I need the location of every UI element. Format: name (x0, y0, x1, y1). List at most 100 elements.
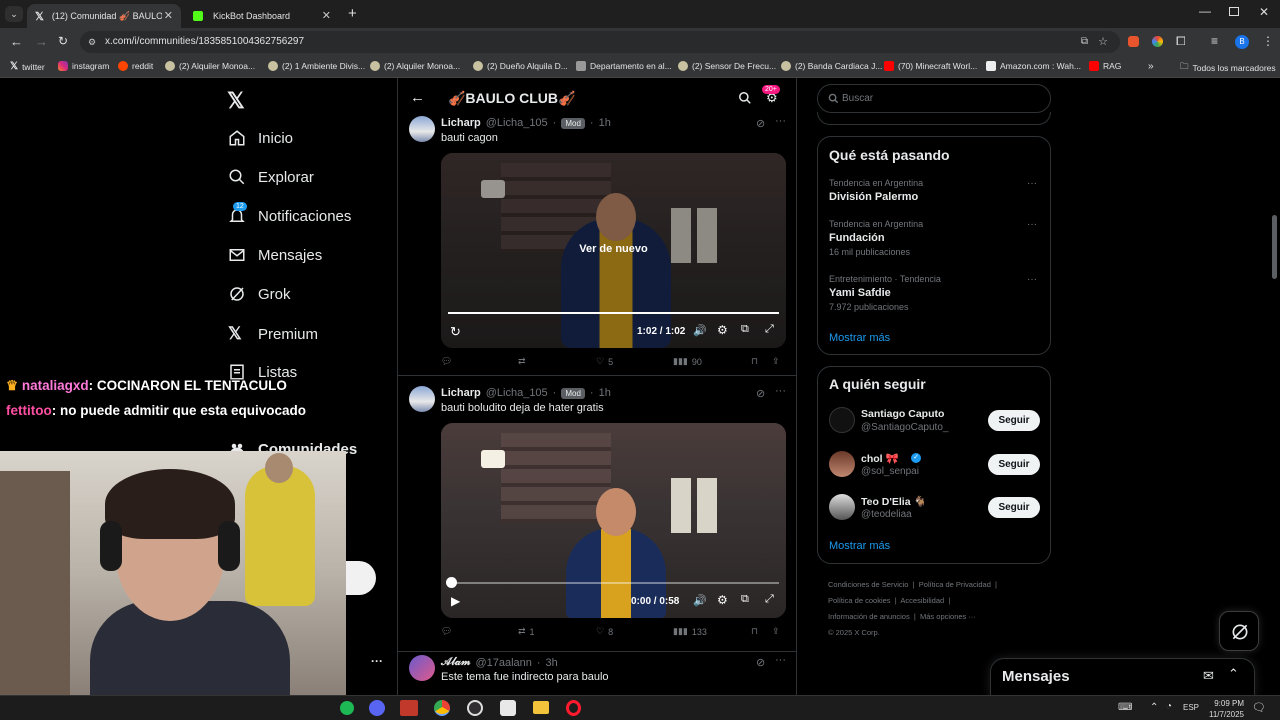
follow-button[interactable]: Seguir (988, 497, 1040, 518)
author-handle[interactable]: @Licha_105 (486, 387, 548, 399)
install-app-icon[interactable]: ⧉ (1081, 31, 1088, 53)
chrome-icon[interactable] (434, 700, 450, 716)
bookmark-item[interactable]: reddit (118, 61, 153, 71)
avatar[interactable] (409, 655, 435, 681)
views-button[interactable]: ▮▮▮ 90 (673, 356, 702, 367)
bookmark-item[interactable]: (2) Dueño Alquila D... (473, 61, 568, 71)
page-scrollbar[interactable] (1272, 215, 1277, 279)
trend-more-icon[interactable]: ··· (1027, 219, 1037, 230)
follow-button[interactable]: Seguir (988, 454, 1040, 475)
video-progress-track[interactable] (448, 582, 779, 584)
extension-icon[interactable] (1152, 36, 1163, 47)
picture-in-picture-icon[interactable]: ⧉ (741, 323, 749, 336)
avatar[interactable] (829, 451, 855, 477)
video-progress-track[interactable] (448, 312, 779, 314)
bookmark-item[interactable]: (2) Alquiler Monoa... (370, 61, 460, 71)
site-info-icon[interactable]: ⚙ (88, 31, 96, 53)
bookmark-item[interactable]: Amazon.com : Wah... (986, 61, 1081, 71)
bookmark-item[interactable]: RAG (1089, 61, 1121, 71)
bookmark-item[interactable]: 𝕏twitter (10, 61, 45, 72)
show-more-link[interactable]: Mostrar más (829, 540, 890, 552)
search-box[interactable]: Buscar (817, 84, 1051, 113)
footer-link[interactable]: Accesibilidad (900, 596, 944, 605)
author-name[interactable]: Licharp (441, 117, 481, 129)
avatar[interactable] (829, 407, 855, 433)
tweet-time[interactable]: 3h (546, 657, 558, 669)
tweet[interactable]: Licharp @Licha_105 · Mod · 1h ⊘ ··· baut… (398, 114, 796, 376)
back-icon[interactable]: ← (10, 34, 23, 49)
language-indicator[interactable]: ESP (1183, 703, 1199, 712)
bookmark-item[interactable]: (2) 1 Ambiente Divis... (268, 61, 365, 71)
tab-list-button[interactable]: ⌄ (5, 6, 23, 22)
new-message-icon[interactable]: ✉ (1203, 668, 1214, 684)
trend-more-icon[interactable]: ··· (1027, 274, 1037, 285)
replay-overlay-text[interactable]: Ver de nuevo (441, 243, 786, 255)
expand-icon[interactable]: ⌃ (1228, 666, 1239, 682)
more-options-icon[interactable]: ··· (775, 115, 786, 127)
show-more-link[interactable]: Mostrar más (829, 332, 890, 344)
media-controls-icon[interactable]: ≡ (1211, 34, 1218, 48)
profile-avatar[interactable]: B (1235, 35, 1249, 49)
settings-icon[interactable]: ⚙ (717, 593, 728, 607)
discord-icon[interactable] (369, 700, 385, 716)
like-button[interactable]: ♡ 5 (596, 356, 613, 367)
back-arrow-icon[interactable]: ← (410, 89, 425, 106)
trend-more-icon[interactable]: ··· (1027, 178, 1037, 189)
trend-item[interactable]: Entretenimiento · Tendencia Yami Safdie … (829, 274, 1039, 312)
video-player[interactable]: Ver de nuevo ↻ 1:02 / 1:02 🔊 ⚙ ⧉ ⤢ (441, 153, 786, 348)
footer-link[interactable]: Política de cookies (828, 596, 891, 605)
fullscreen-icon[interactable]: ⤢ (765, 593, 774, 606)
bookmark-item[interactable]: (2) Banda Cardiaca J... (781, 61, 882, 71)
x-logo-icon[interactable]: 𝕏 (227, 88, 245, 114)
browser-menu-icon[interactable]: ⋮ (1262, 34, 1274, 48)
bookmark-item[interactable]: (2) Sensor De Frecu... (678, 61, 776, 71)
trend-item[interactable]: Tendencia en Argentina Fundación 16 mil … (829, 219, 1039, 257)
replay-icon[interactable]: ↻ (450, 324, 461, 340)
new-tab-button[interactable]: + (348, 5, 357, 22)
nav-item-notificaciones[interactable]: 12 Notificaciones (228, 202, 351, 225)
fullscreen-icon[interactable]: ⤢ (765, 323, 774, 336)
retweet-button[interactable]: ⇄ 1 (518, 626, 535, 637)
tab-kickbot[interactable]: KickBot Dashboard ✕ (185, 4, 339, 28)
bookmark-button[interactable]: ⊓ (751, 356, 758, 367)
grok-icon[interactable]: ⊘ (756, 387, 765, 400)
avatar[interactable] (409, 116, 435, 142)
footer-link[interactable]: Más opciones ··· (920, 612, 976, 621)
follow-button[interactable]: Seguir (988, 410, 1040, 431)
volume-icon[interactable]: 🔊 (693, 324, 707, 337)
tweet-time[interactable]: 1h (599, 117, 611, 129)
retweet-button[interactable]: ⇄ (518, 356, 530, 367)
tweet[interactable]: 𝒜𝓁𝒶𝓂 @17aalann · 3h ⊘ ··· Este tema fue … (398, 653, 796, 695)
tweet[interactable]: Licharp @Licha_105 · Mod · 1h ⊘ ··· baut… (398, 384, 796, 652)
url-field[interactable]: ⚙ x.com/i/communities/183585100436275629… (80, 31, 1120, 53)
extension-icon[interactable] (1128, 36, 1139, 47)
tweet-time[interactable]: 1h (599, 387, 611, 399)
close-tab-icon[interactable]: ✕ (322, 9, 331, 22)
footer-link[interactable]: Condiciones de Servicio (828, 580, 908, 589)
all-bookmarks-folder[interactable]: 🗀 Todos los marcadores (1180, 61, 1276, 75)
app-icon[interactable] (400, 700, 418, 716)
spotify-icon[interactable] (340, 701, 354, 715)
nav-item-mensajes[interactable]: Mensajes (228, 246, 322, 264)
grok-icon[interactable]: ⊘ (756, 656, 765, 669)
clock[interactable]: 9:09 PM 11/7/2025 (1206, 698, 1244, 720)
trend-item[interactable]: Tendencia en Argentina División Palermo (829, 178, 1039, 203)
footer-link[interactable]: Política de Privacidad (919, 580, 991, 589)
author-handle[interactable]: @17aalann (475, 657, 531, 669)
share-button[interactable]: ⇪ (772, 356, 780, 367)
views-button[interactable]: ▮▮▮ 133 (673, 626, 707, 637)
obs-icon[interactable] (467, 700, 483, 716)
reply-button[interactable]: 💬︎ (441, 626, 456, 637)
author-name[interactable]: 𝒜𝓁𝒶𝓂 (441, 656, 470, 669)
notification-center-icon[interactable]: 🗨 (1252, 701, 1266, 714)
volume-icon[interactable]: 🔊 (693, 594, 707, 607)
picture-in-picture-icon[interactable]: ⧉ (741, 593, 749, 606)
nav-item-explorar[interactable]: Explorar (228, 168, 314, 186)
share-button[interactable]: ⇪ (772, 626, 780, 637)
progress-scrubber[interactable] (446, 577, 457, 588)
show-hidden-icons-icon[interactable]: ⌃ (1150, 702, 1158, 713)
settings-icon[interactable]: ⚙ (717, 323, 728, 337)
avatar[interactable] (829, 494, 855, 520)
forward-icon[interactable]: → (35, 34, 48, 49)
bookmark-item[interactable]: Departamento en al... (576, 61, 672, 71)
